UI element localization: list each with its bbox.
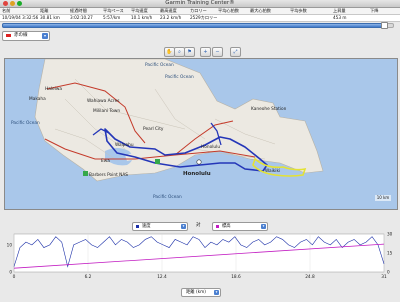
zoom-in-button[interactable]: + <box>200 47 211 57</box>
right-series-select[interactable]: 標高 ▾ <box>212 222 268 231</box>
x-tick-label: 6.2 <box>85 274 92 280</box>
table-cell: 10/19/04 3:32:56 <box>2 15 39 20</box>
column-header[interactable]: カロリー <box>190 8 207 14</box>
x-tick-label: 18.6 <box>231 274 241 280</box>
map-label-kaneohe: Kaneohe Station <box>251 107 287 112</box>
column-header[interactable]: 下降 <box>370 8 378 14</box>
map-view[interactable]: Haleiwa Wahiawa Acres Mililani Town Maka… <box>4 58 398 210</box>
y-left-tick-label: 10 <box>7 242 13 247</box>
column-header[interactable]: 最大心拍数 <box>250 8 271 14</box>
flag-button[interactable]: ⚑ <box>184 47 195 57</box>
window-title: Garmin Training Center® <box>165 0 235 6</box>
zoom-fit-button[interactable]: ⤢ <box>230 47 241 57</box>
table-cell: 2529カロリー <box>190 15 218 20</box>
x-tick-label: 31 <box>381 274 387 280</box>
y-right-tick-label: 15 <box>387 251 393 256</box>
table-cell: 23.2 km/h <box>160 15 182 20</box>
zoom-in-icon: + <box>203 49 208 55</box>
map-label-pearl-city: Pearl City <box>143 127 164 132</box>
map-label-pacific-north: Pacific Ocean <box>145 63 174 68</box>
series-swatch-icon <box>136 225 139 228</box>
park-icon <box>83 171 88 176</box>
red-swatch-icon <box>6 34 11 37</box>
x-axis-select[interactable]: 距離 (km) ▾ <box>181 288 221 297</box>
table-cell: 30.81 km <box>40 15 60 20</box>
track-color-label: 赤の線 <box>14 33 28 38</box>
chevron-down-icon: ▾ <box>261 224 266 229</box>
chart-controls: 速度 ▾ 対 標高 ▾ <box>0 221 400 231</box>
table-header: 名前 距離 経過時間 平均ペース 平均速度 最高速度 カロリー 平均心拍数 最大… <box>0 8 400 15</box>
map-label-pacific-northeast: Pacific Ocean <box>165 75 194 80</box>
left-series-select[interactable]: 速度 ▾ <box>132 222 188 231</box>
title-bar: Garmin Training Center® <box>0 0 400 8</box>
column-header[interactable]: 経過時間 <box>70 8 87 14</box>
y-right-tick-label: 30 <box>387 232 393 237</box>
table-row[interactable]: 10/19/04 3:32:56 30.81 km 3:02:10.27 5:5… <box>0 15 400 22</box>
map-label-honolulu: Honolulu <box>183 171 211 177</box>
column-header[interactable]: 平均ペース <box>103 8 124 14</box>
profile-chart[interactable]: 0 6.2 12.4 18.6 24.8 31 10 0 30 15 0 <box>4 232 396 286</box>
map-label-mililani: Mililani Town <box>93 109 121 114</box>
flag-icon: ⚑ <box>187 49 192 55</box>
map-label-waipahu: Waipahu <box>115 143 134 148</box>
column-header[interactable]: 平均速度 <box>131 8 148 14</box>
park-icon-2 <box>155 159 160 164</box>
map-label-haleiwa: Haleiwa <box>45 87 63 92</box>
map-canvas <box>5 59 397 209</box>
map-label-honolulu-small: Honolulu <box>201 145 221 150</box>
x-tick-label: 24.8 <box>305 274 315 280</box>
left-series-label: 速度 <box>142 224 151 229</box>
y-left-axis-ticks: 10 0 <box>7 242 13 274</box>
map-scale-label: 10 km <box>375 195 391 201</box>
chevron-down-icon: ▾ <box>214 290 219 295</box>
map-label-ewa: Ewa <box>101 159 110 164</box>
playback-slider[interactable] <box>2 22 398 29</box>
column-header[interactable]: 上昇量 <box>333 8 346 14</box>
zoom-selection-icon: ⌕ <box>178 49 181 55</box>
y-left-tick-label: 0 <box>9 270 12 275</box>
table-cell: 10.1 km/h <box>131 15 153 20</box>
track-color-select[interactable]: 赤の線 ▾ <box>2 31 50 41</box>
chevron-down-icon: ▾ <box>42 33 48 39</box>
x-axis-select-label: 距離 (km) <box>186 290 206 295</box>
slider-fill <box>2 23 387 28</box>
series-swatch-icon <box>216 225 219 228</box>
column-header[interactable]: 平均歩数 <box>290 8 307 14</box>
column-header[interactable]: 平均心拍数 <box>218 8 239 14</box>
map-label-waikiki: Waikiki <box>265 169 281 174</box>
map-label-pacific-south: Pacific Ocean <box>153 195 182 200</box>
map-label-barbers-point: Barbers Point NAS <box>89 173 129 178</box>
start-marker-icon <box>196 159 202 165</box>
slider-thumb[interactable] <box>381 22 389 29</box>
right-series-label: 標高 <box>222 224 231 229</box>
chevron-down-icon: ▾ <box>181 224 186 229</box>
hand-tool-icon: ✋ <box>166 49 173 55</box>
column-header[interactable]: 距離 <box>40 8 48 14</box>
map-label-pacific-west: Pacific Ocean <box>11 121 40 126</box>
table-cell: 453 m <box>333 15 347 20</box>
y-right-axis-ticks: 30 15 0 <box>387 232 393 275</box>
x-tick-label: 12.4 <box>157 274 167 280</box>
map-label-wahiawa: Wahiawa Acres <box>87 99 120 104</box>
column-header[interactable]: 最高速度 <box>160 8 177 14</box>
table-cell: 5:57/km <box>103 15 121 20</box>
x-tick-label: 0 <box>13 274 16 280</box>
x-axis-ticks: 0 6.2 12.4 18.6 24.8 31 <box>13 274 387 280</box>
table-cell: 3:02:10.27 <box>70 15 93 20</box>
y-right-tick-label: 0 <box>387 270 390 275</box>
column-header[interactable]: 名前 <box>2 8 10 14</box>
zoom-out-button[interactable]: − <box>212 47 223 57</box>
versus-label: 対 <box>196 223 201 228</box>
map-label-makaha: Makaha <box>29 97 46 102</box>
zoom-fit-icon: ⤢ <box>233 49 238 55</box>
zoom-out-icon: − <box>215 49 220 55</box>
